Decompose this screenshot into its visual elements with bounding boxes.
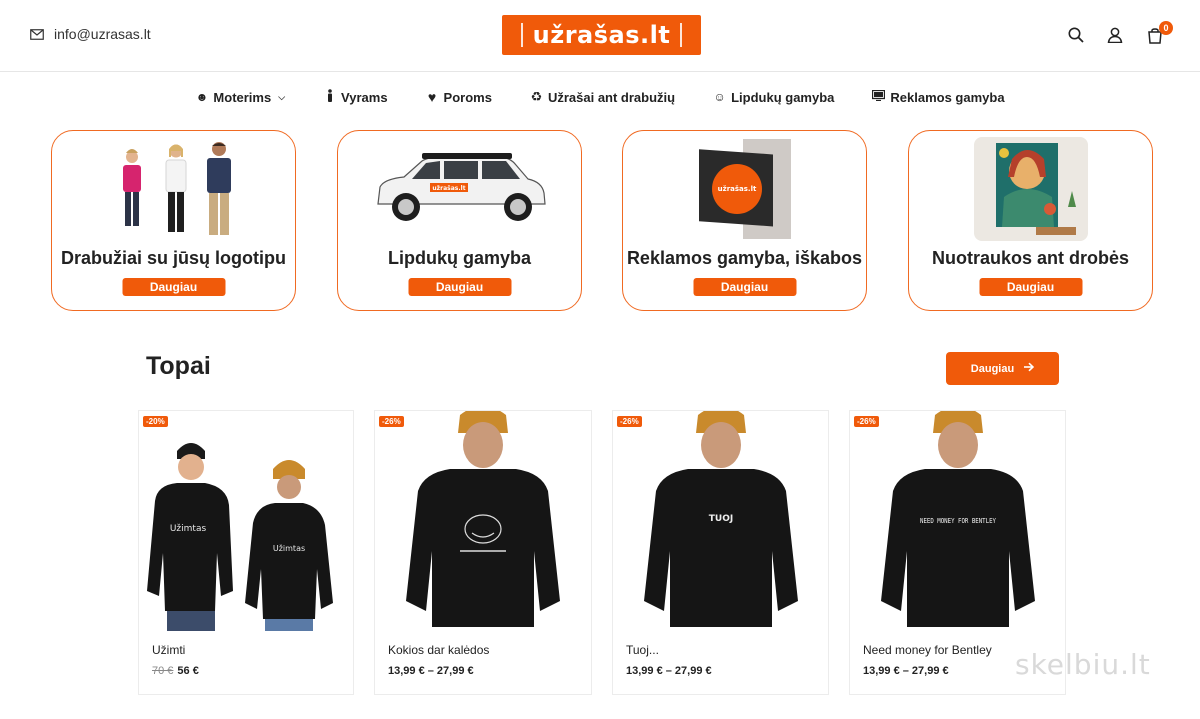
current-price: 13,99 € – 27,99 €: [863, 665, 949, 677]
product-name[interactable]: Need money for Bentley: [863, 643, 992, 657]
category-more-button[interactable]: Daugiau: [693, 278, 796, 296]
nav-item-lipdukai[interactable]: ☺ Lipdukų gamyba: [713, 90, 834, 105]
product-name[interactable]: Tuoj...: [626, 643, 659, 657]
current-price: 13,99 € – 27,99 €: [626, 665, 712, 677]
smile-icon: ☻: [195, 90, 209, 104]
category-more-button[interactable]: Daugiau: [979, 278, 1082, 296]
cart-count-badge: 0: [1159, 21, 1173, 35]
nav-label: Vyrams: [341, 89, 388, 105]
product-card[interactable]: -20% Užimtas Užimtas Užimti 70 € 56 €: [138, 410, 354, 695]
product-name[interactable]: Kokios dar kalėdos: [388, 643, 489, 657]
category-title: Drabužiai su jūsų logotipu: [61, 248, 286, 268]
car-sticker-label: užrašas.lt: [432, 185, 465, 192]
recycle-icon: ♻: [530, 89, 543, 104]
site-logo[interactable]: užrašas.lt: [502, 15, 701, 55]
branded-car-image: užrašas.lt: [338, 139, 581, 239]
main-nav: ☻ Moterims ⌵ Vyrams ♥ Poroms ♻ Užrašai a…: [0, 72, 1200, 122]
discount-badge: -26%: [379, 416, 404, 427]
nav-item-reklama[interactable]: Reklamos gamyba: [872, 89, 1005, 105]
nav-label: Lipdukų gamyba: [731, 89, 835, 105]
section-title: Topai: [146, 352, 211, 380]
category-more-button[interactable]: Daugiau: [122, 278, 225, 296]
sign-label: užrašas.lt: [717, 185, 756, 193]
monitor-icon: [872, 89, 886, 104]
print-text-woman: Užimtas: [273, 544, 305, 553]
product-price: 13,99 € – 27,99 €: [388, 665, 474, 677]
category-title: Lipdukų gamyba: [387, 248, 531, 268]
nav-item-poroms[interactable]: ♥ Poroms: [426, 89, 492, 105]
nav-label: Poroms: [443, 89, 492, 105]
product-image: [375, 411, 591, 631]
nav-label: Reklamos gamyba: [890, 89, 1005, 105]
print-text: NEED MONEY FOR BENTLEY: [920, 517, 997, 525]
discount-badge: -26%: [617, 416, 642, 427]
nav-item-moterims[interactable]: ☻ Moterims ⌵: [195, 90, 285, 105]
mail-icon: [30, 28, 44, 40]
chevron-down-icon: ⌵: [278, 91, 286, 102]
category-title: Reklamos gamyba, iškabos: [626, 248, 863, 268]
sticker-icon: ☺: [713, 90, 726, 104]
watermark: skelbiu.lt: [1015, 648, 1151, 681]
arrow-right-icon: [1024, 362, 1035, 375]
current-price: 13,99 € – 27,99 €: [388, 665, 474, 677]
print-text-man: Užimtas: [170, 524, 207, 534]
product-image: NEED MONEY FOR BENTLEY: [850, 411, 1065, 631]
section-more-label: Daugiau: [970, 362, 1015, 375]
category-card-stickers[interactable]: užrašas.lt Lipdukų gamyba Daugiau: [337, 130, 582, 311]
logo-text: užrašas.lt: [532, 21, 671, 49]
person-icon: [323, 89, 336, 105]
canvas-print-image: [909, 137, 1152, 241]
nav-label: Moterims: [213, 89, 272, 105]
category-card-clothing[interactable]: Drabužiai su jūsų logotipu Daugiau: [51, 130, 296, 311]
product-card[interactable]: -26% Kokios dar kalėdos 13,99 € – 27,99 …: [374, 410, 592, 695]
search-icon[interactable]: [1066, 25, 1086, 45]
email-contact[interactable]: info@uzrasas.lt: [30, 26, 151, 42]
discount-badge: -20%: [143, 416, 168, 427]
product-name[interactable]: Užimti: [152, 643, 185, 657]
current-price: 56 €: [177, 665, 199, 677]
product-price: 70 € 56 €: [152, 665, 199, 677]
category-title: Nuotraukos ant drobės: [931, 248, 1130, 268]
print-text: TUOJ: [708, 514, 732, 524]
category-card-canvas[interactable]: Nuotraukos ant drobės Daugiau: [908, 130, 1153, 311]
product-image: Užimtas Užimtas: [139, 411, 353, 631]
discount-badge: -26%: [854, 416, 879, 427]
nav-label: Užrašai ant drabužių: [547, 89, 676, 105]
user-icon[interactable]: [1105, 25, 1125, 45]
heart-icon: ♥: [427, 89, 437, 105]
logo-bar-right: [680, 23, 683, 47]
email-text: info@uzrasas.lt: [54, 26, 151, 42]
old-price: 70 €: [152, 665, 174, 677]
site-header: info@uzrasas.lt užrašas.lt 0: [0, 0, 1200, 72]
product-price: 13,99 € – 27,99 €: [626, 665, 712, 677]
product-image: TUOJ: [613, 411, 828, 631]
nav-item-vyrams[interactable]: Vyrams: [323, 89, 388, 105]
nav-item-uzrasai[interactable]: ♻ Užrašai ant drabužių: [530, 89, 675, 105]
people-tshirts-image: [52, 139, 295, 239]
shop-sign-image: užrašas.lt: [623, 139, 866, 239]
product-card[interactable]: -26% TUOJ Tuoj... 13,99 € – 27,99 €: [612, 410, 829, 695]
category-more-button[interactable]: Daugiau: [408, 278, 511, 296]
product-price: 13,99 € – 27,99 €: [863, 665, 949, 677]
category-card-signs[interactable]: užrašas.lt Reklamos gamyba, iškabos Daug…: [622, 130, 867, 311]
section-more-button[interactable]: Daugiau: [946, 352, 1059, 385]
logo-bar-left: [520, 23, 523, 47]
